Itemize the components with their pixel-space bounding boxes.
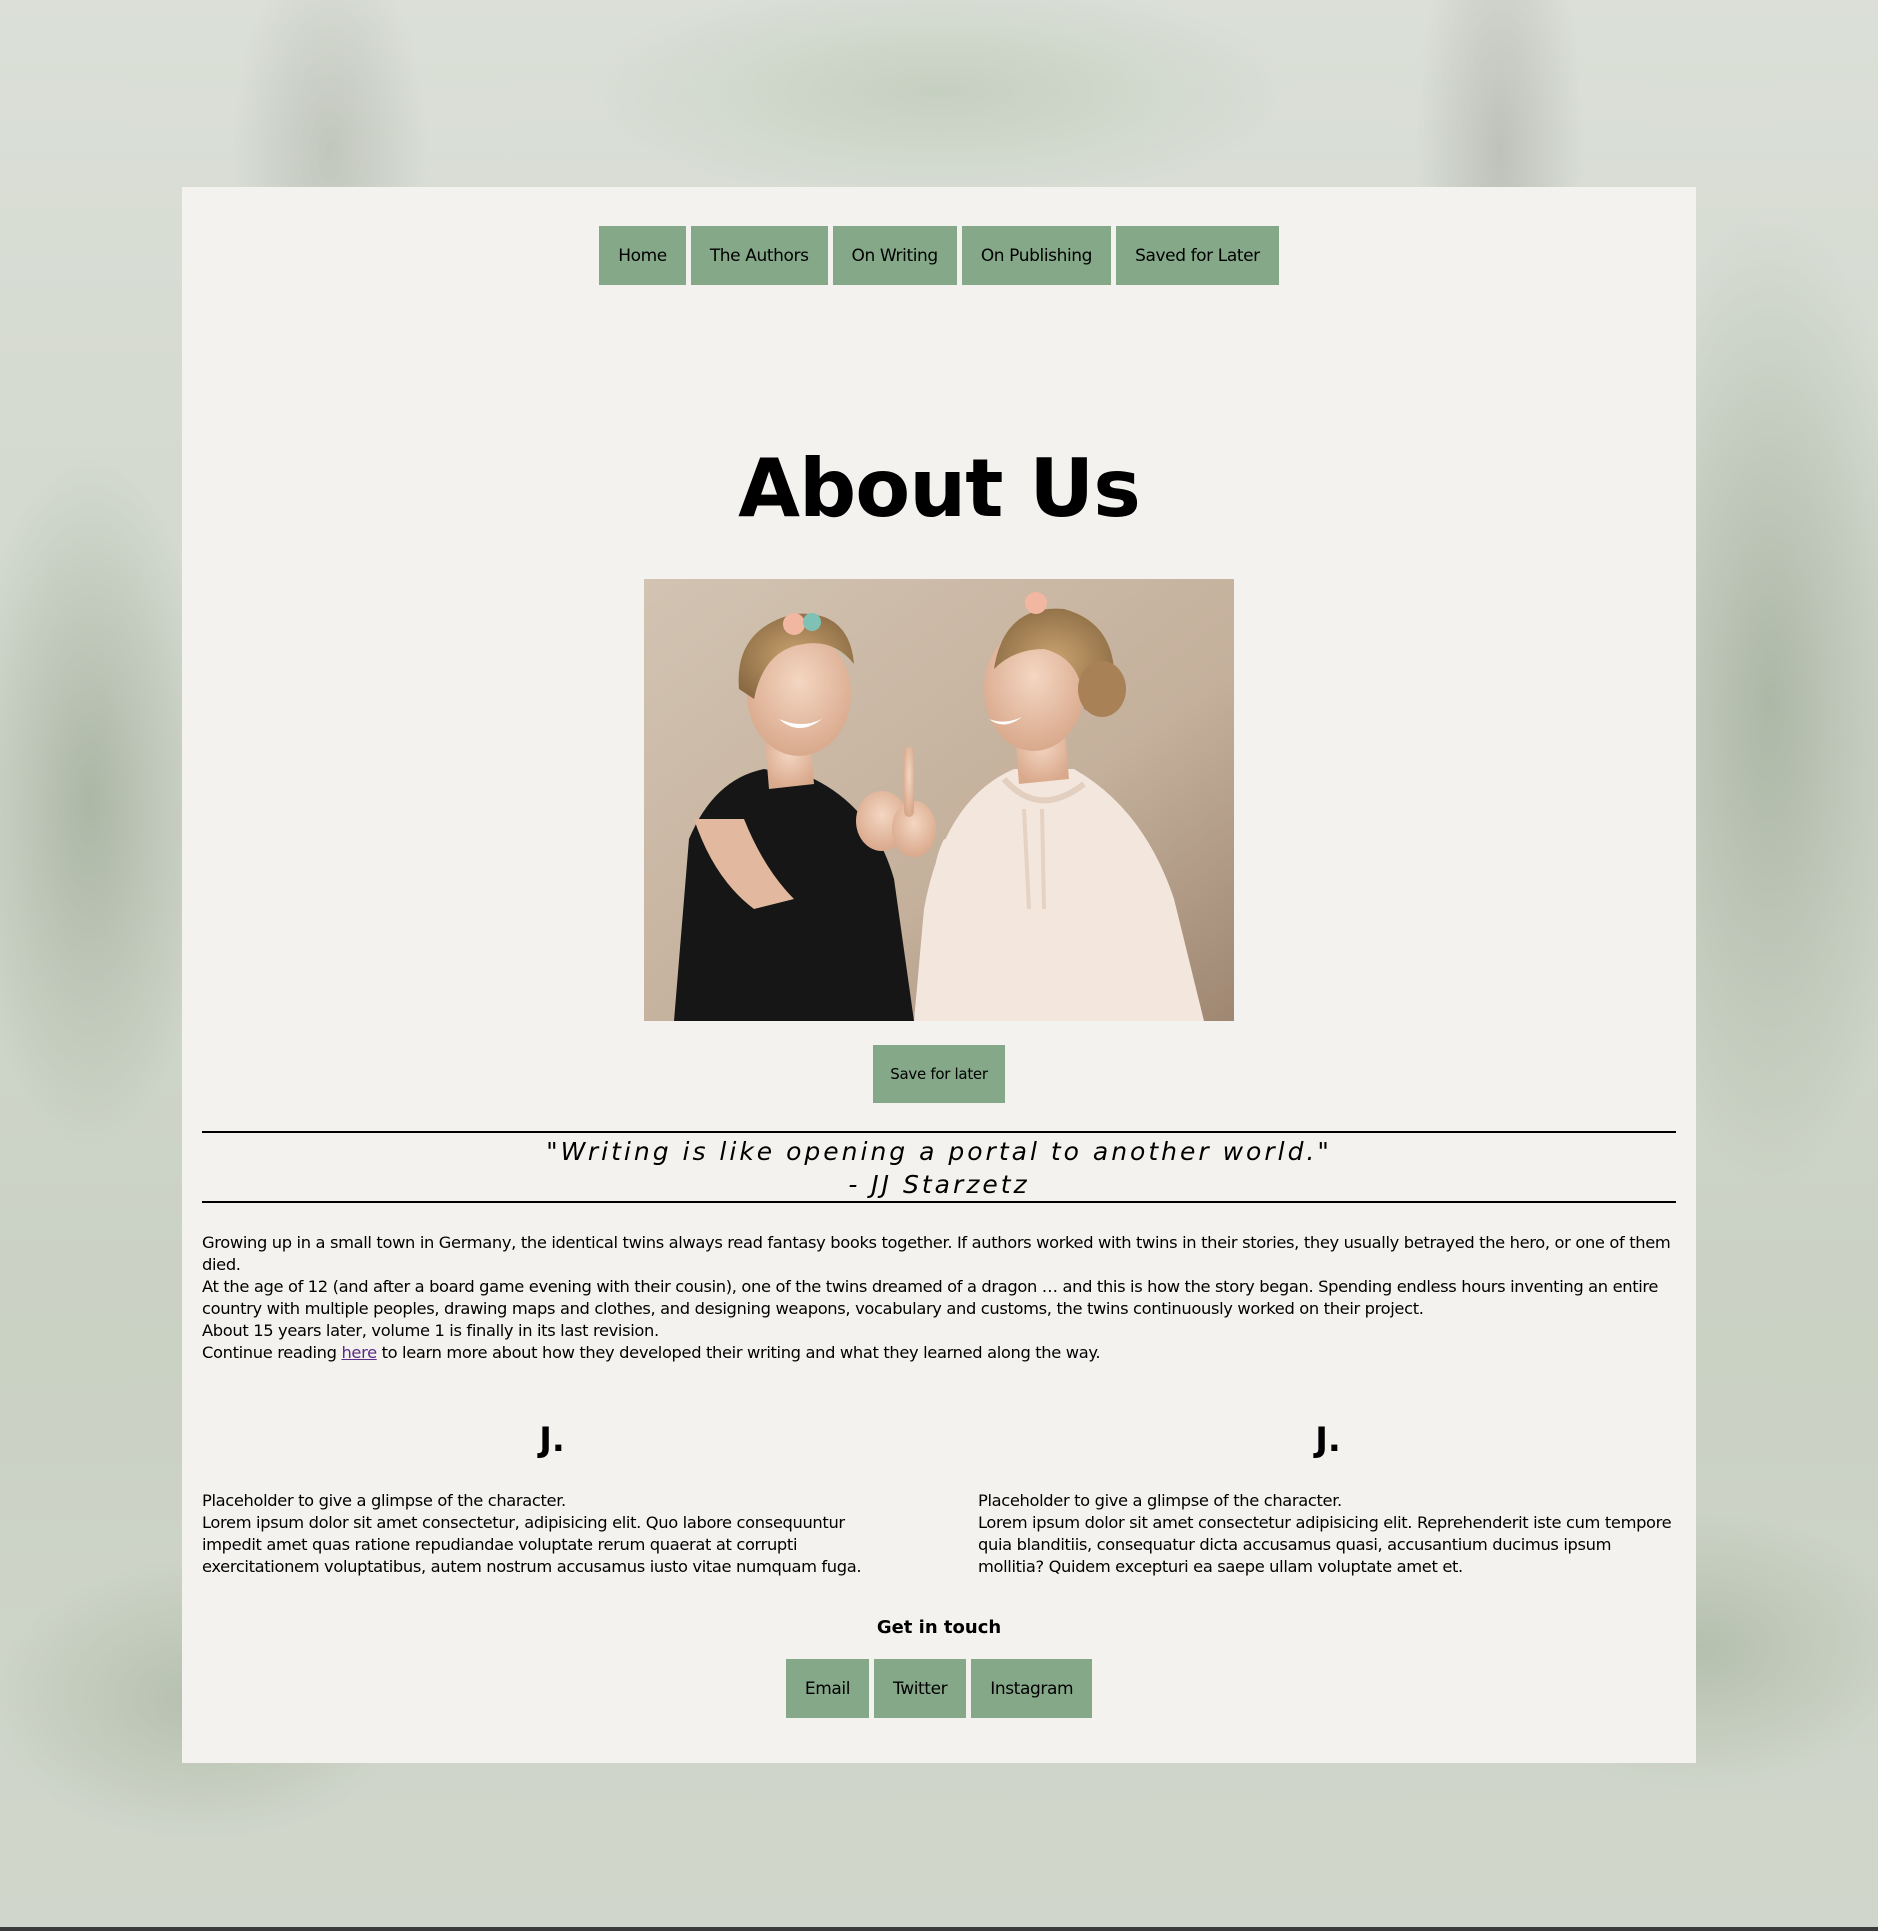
author-name: J. xyxy=(539,1420,565,1460)
contact-twitter[interactable]: Twitter xyxy=(874,1659,967,1718)
nav-the-authors[interactable]: The Authors xyxy=(690,226,828,285)
bottom-edge xyxy=(0,1927,1878,1931)
contact-email[interactable]: Email xyxy=(785,1659,870,1718)
story-text: Growing up in a small town in Germany, t… xyxy=(202,1232,1676,1364)
contact-nav: Email Twitter Instagram xyxy=(182,1659,1696,1718)
main-nav: Home The Authors On Writing On Publishin… xyxy=(182,226,1696,285)
nav-on-publishing[interactable]: On Publishing xyxy=(961,226,1112,285)
story-paragraph: Continue reading here to learn more abou… xyxy=(202,1342,1676,1364)
story-paragraph: About 15 years later, volume 1 is finall… xyxy=(202,1321,659,1340)
quote-author: - JJ Starzetz xyxy=(848,1170,1030,1199)
continue-reading-link[interactable]: here xyxy=(341,1343,377,1362)
nav-saved-for-later[interactable]: Saved for Later xyxy=(1116,226,1279,285)
author-name: J. xyxy=(1315,1420,1341,1460)
continue-text: Continue reading xyxy=(202,1343,342,1362)
quote-block: "Writing is like opening a portal to ano… xyxy=(202,1131,1676,1203)
author-card-1: J. Placeholder to give a glimpse of the … xyxy=(202,1420,902,1578)
save-for-later-button[interactable]: Save for later xyxy=(873,1045,1005,1103)
author-bio: Lorem ipsum dolor sit amet consectetur a… xyxy=(978,1513,1672,1576)
page-title: About Us xyxy=(738,442,1141,535)
contact-title: Get in touch xyxy=(876,1617,1002,1638)
author-intro: Placeholder to give a glimpse of the cha… xyxy=(202,1491,566,1510)
author-card-2: J. Placeholder to give a glimpse of the … xyxy=(978,1420,1678,1578)
twins-photo xyxy=(644,579,1234,1021)
nav-home[interactable]: Home xyxy=(599,226,686,285)
contact-instagram[interactable]: Instagram xyxy=(971,1659,1093,1718)
author-intro: Placeholder to give a glimpse of the cha… xyxy=(978,1491,1342,1510)
continue-text-end: to learn more about how they developed t… xyxy=(376,1343,1101,1362)
story-paragraph: At the age of 12 (and after a board game… xyxy=(202,1277,1659,1318)
nav-on-writing[interactable]: On Writing xyxy=(832,226,957,285)
author-bio: Lorem ipsum dolor sit amet consectetur, … xyxy=(202,1513,862,1576)
content-panel: Home The Authors On Writing On Publishin… xyxy=(182,187,1696,1763)
story-paragraph: Growing up in a small town in Germany, t… xyxy=(202,1233,1671,1274)
quote-text: "Writing is like opening a portal to ano… xyxy=(546,1137,1332,1166)
